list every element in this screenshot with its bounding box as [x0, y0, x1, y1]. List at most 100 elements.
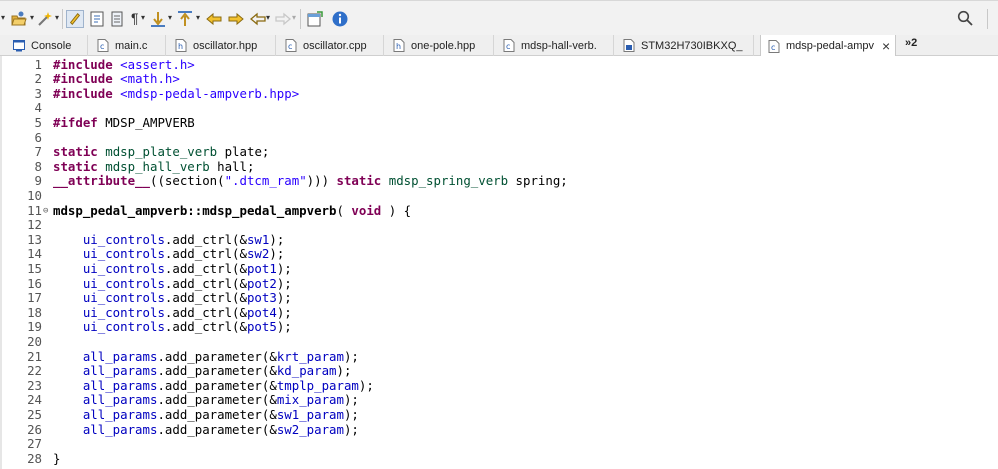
tab-mdsp-hall-verb[interactable]: c mdsp-hall-verb. [494, 35, 614, 56]
line-number: 24 [27, 392, 42, 408]
back-icon[interactable] [205, 10, 223, 28]
tab-one-pole-hpp[interactable]: h one-pole.hpp [384, 35, 494, 56]
line-number: 8 [34, 158, 42, 174]
tab-console[interactable]: Console [6, 35, 88, 56]
tab-label: oscillator.cpp [303, 39, 367, 52]
code-line[interactable]: 28} [0, 451, 998, 466]
code-token: ); [358, 377, 374, 393]
line-number: 1 [34, 56, 42, 72]
new-window-icon[interactable] [306, 10, 324, 28]
code-line[interactable]: 20 [0, 334, 998, 349]
code-token: .add_parameter(& [157, 392, 277, 408]
code-line[interactable]: 11 ⊖ mdsp_pedal_ampverb::mdsp_pedal_ampver… [0, 203, 998, 218]
code-line[interactable]: 8 static mdsp_hall_verb hall; [0, 159, 998, 174]
dropdown-arrow-icon[interactable]: ▾ [55, 13, 59, 22]
code-token: .add_ctrl(& [164, 275, 247, 291]
history-back-icon[interactable] [249, 10, 267, 28]
tab-label: oscillator.hpp [193, 39, 258, 52]
code-line[interactable]: 27 [0, 436, 998, 451]
code-line[interactable]: 4 [0, 100, 998, 115]
code-token: <assert.h> [120, 56, 195, 72]
editor-tab-bar: Console c main.c h oscillator.hpp c osci… [0, 35, 998, 57]
history-forward-icon[interactable] [274, 10, 292, 28]
code-line[interactable]: 25 all_params.add_parameter(&sw1_param); [0, 407, 998, 422]
code-token: mdsp_plate_verb [105, 144, 218, 160]
code-editor[interactable]: 1 #include <assert.h> 2 #include <math.h> 3 #… [0, 56, 998, 469]
forward-icon[interactable] [227, 10, 245, 28]
svg-text:c: c [288, 42, 292, 51]
dropdown-arrow-icon[interactable]: ▾ [30, 13, 34, 22]
code-token: ); [276, 319, 292, 335]
code-text: ui_controls.add_ctrl(&pot4); [53, 305, 292, 320]
code-line[interactable]: 12 [0, 217, 998, 232]
tab-main-c[interactable]: c main.c [88, 35, 166, 56]
svg-text:c: c [506, 42, 510, 51]
tab-oscillator-hpp[interactable]: h oscillator.hpp [166, 35, 276, 56]
wand-icon[interactable] [36, 10, 54, 28]
code-line[interactable]: 13 ui_controls.add_ctrl(&sw1); [0, 232, 998, 247]
code-token: kd_param [276, 363, 337, 379]
code-token: } [53, 450, 61, 466]
code-line[interactable]: 21 all_params.add_parameter(&krt_param); [0, 349, 998, 364]
dropdown-arrow-icon[interactable]: ▾ [196, 13, 200, 22]
tab-mdsp-pedal-ampverb[interactable]: c mdsp-pedal-ampv × [760, 35, 896, 57]
code-token: mix_param [276, 392, 344, 408]
code-line[interactable]: 3 #include <mdsp-pedal-ampverb.hpp> [0, 86, 998, 101]
previous-annotation-icon[interactable] [176, 10, 194, 28]
code-line[interactable]: 18 ui_controls.add_ctrl(&pot4); [0, 305, 998, 320]
info-icon[interactable] [331, 10, 349, 28]
code-line[interactable]: 23 all_params.add_parameter(&tmplp_param… [0, 378, 998, 393]
tab-oscillator-cpp[interactable]: c oscillator.cpp [276, 35, 384, 56]
code-line[interactable]: 7 static mdsp_plate_verb plate; [0, 144, 998, 159]
code-token: all_params [82, 392, 158, 408]
dropdown-arrow-icon[interactable]: ▾ [266, 13, 270, 22]
next-annotation-icon[interactable] [149, 10, 167, 28]
bookmark-icon[interactable] [88, 10, 106, 28]
code-line[interactable]: 24 all_params.add_parameter(&mix_param); [0, 392, 998, 407]
code-token: static [53, 158, 98, 174]
code-line[interactable]: 14 ui_controls.add_ctrl(&sw2); [0, 246, 998, 261]
dropdown-arrow-icon[interactable]: ▾ [141, 13, 145, 22]
code-token: sw2 [246, 246, 270, 262]
pilcrow-icon[interactable]: ¶ [131, 10, 139, 26]
code-token: all_params [82, 406, 158, 422]
code-token: ); [343, 421, 359, 437]
code-line[interactable]: 17 ui_controls.add_ctrl(&pot3); [0, 290, 998, 305]
dropdown-arrow-icon[interactable]: ▾ [168, 13, 172, 22]
dropdown-arrow-icon[interactable]: ▾ [292, 13, 296, 22]
open-folder-icon[interactable] [10, 10, 28, 28]
code-line[interactable]: 6 [0, 130, 998, 145]
code-line[interactable]: 16 ui_controls.add_ctrl(&pot2); [0, 276, 998, 291]
close-icon[interactable]: × [882, 39, 890, 53]
tab-overflow-indicator[interactable]: »2 [905, 37, 917, 49]
dropdown-arrow-icon[interactable]: ▾ [1, 13, 5, 22]
code-line[interactable]: 9 __attribute__((section(".dtcm_ram"))) s… [0, 173, 998, 188]
code-line[interactable]: 2 #include <math.h> [0, 71, 998, 86]
tab-stm32-linker[interactable]: STM32H730IBKXQ_ [614, 35, 754, 56]
document-icon[interactable] [108, 10, 126, 28]
svg-text:c: c [100, 42, 104, 51]
code-token: static [53, 144, 98, 160]
code-line[interactable]: 1 #include <assert.h> [0, 57, 998, 72]
code-line[interactable]: 10 [0, 188, 998, 203]
code-token: .add_parameter(& [157, 363, 277, 379]
code-token: plate; [217, 144, 270, 160]
line-number: 6 [34, 129, 42, 145]
c-file-icon: c [97, 39, 109, 52]
code-token: ) { [381, 202, 412, 218]
highlight-icon[interactable] [66, 10, 84, 28]
code-text: all_params.add_parameter(&kd_param); [53, 363, 352, 379]
code-line[interactable]: 15 ui_controls.add_ctrl(&pot1); [0, 261, 998, 276]
code-line[interactable]: 5 #ifdef MDSP_AMPVERB [0, 115, 998, 130]
code-token: ".dtcm_ram" [224, 173, 307, 189]
line-number: 23 [27, 377, 42, 393]
code-line[interactable]: 22 all_params.add_parameter(&kd_param); [0, 363, 998, 378]
code-token: ( [336, 202, 352, 218]
line-number: 9 [34, 173, 42, 189]
line-number: 20 [27, 333, 42, 349]
code-line[interactable]: 19 ui_controls.add_ctrl(&pot5); [0, 319, 998, 334]
search-icon[interactable] [957, 10, 973, 26]
code-line[interactable]: 26 all_params.add_parameter(&sw2_param); [0, 422, 998, 437]
